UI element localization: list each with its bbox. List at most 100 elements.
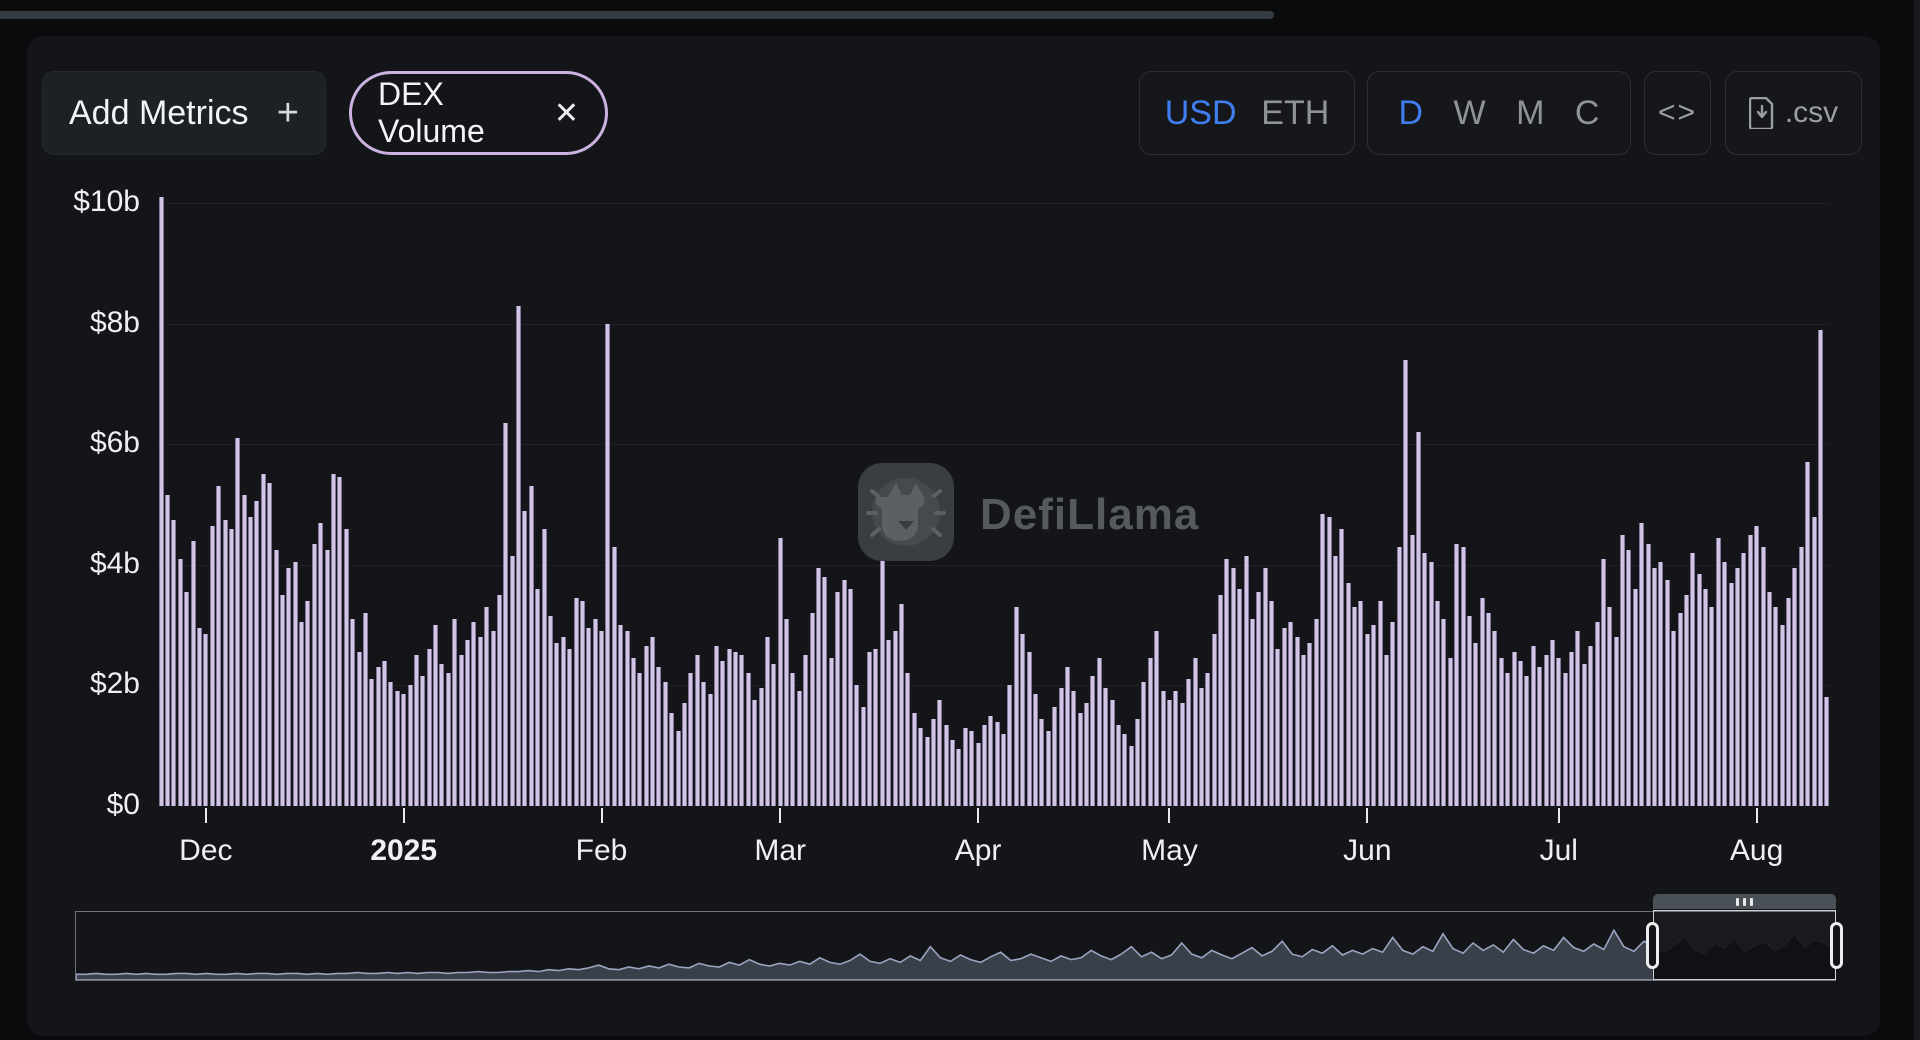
volume-bar[interactable] xyxy=(1824,697,1829,806)
volume-bar[interactable] xyxy=(420,676,425,806)
volume-bar[interactable] xyxy=(203,634,208,806)
currency-eth-button[interactable]: ETH xyxy=(1261,94,1329,133)
brush-left-handle[interactable] xyxy=(1646,922,1659,969)
volume-bar[interactable] xyxy=(810,613,815,806)
volume-bar[interactable] xyxy=(969,731,974,806)
volume-bar[interactable] xyxy=(1556,658,1561,806)
volume-bar[interactable] xyxy=(1122,734,1127,806)
volume-bar[interactable] xyxy=(1486,613,1491,806)
volume-bar[interactable] xyxy=(1256,592,1261,806)
volume-bar[interactable] xyxy=(644,646,649,806)
volume-bar[interactable] xyxy=(529,486,534,806)
brush-right-handle[interactable] xyxy=(1830,922,1843,969)
volume-bar[interactable] xyxy=(465,640,470,806)
volume-bar[interactable] xyxy=(1020,634,1025,806)
volume-bar[interactable] xyxy=(733,652,738,806)
volume-bar[interactable] xyxy=(503,423,508,806)
volume-bar[interactable] xyxy=(484,607,489,806)
volume-bar[interactable] xyxy=(771,664,776,806)
interval-daily-button[interactable]: D xyxy=(1398,94,1423,133)
volume-bar[interactable] xyxy=(293,562,298,806)
volume-bar[interactable] xyxy=(1301,655,1306,806)
interval-weekly-button[interactable]: W xyxy=(1454,94,1486,133)
volume-bar[interactable] xyxy=(873,649,878,806)
volume-bar[interactable] xyxy=(1671,631,1676,806)
volume-bar[interactable] xyxy=(1703,589,1708,806)
volume-bar[interactable] xyxy=(612,547,617,806)
brush-move-handle[interactable] xyxy=(1653,894,1836,909)
volume-bar[interactable] xyxy=(912,713,917,806)
volume-bar[interactable] xyxy=(1327,517,1332,806)
volume-bar[interactable] xyxy=(439,664,444,806)
volume-bar[interactable] xyxy=(867,652,872,806)
volume-bar[interactable] xyxy=(191,541,196,806)
volume-bar[interactable] xyxy=(963,728,968,806)
volume-bar[interactable] xyxy=(1748,535,1753,806)
volume-bar[interactable] xyxy=(1390,622,1395,806)
volume-bar[interactable] xyxy=(752,700,757,806)
embed-code-button[interactable]: <> xyxy=(1644,71,1711,155)
volume-bar[interactable] xyxy=(1518,661,1523,806)
volume-bar[interactable] xyxy=(1505,673,1510,806)
volume-bar[interactable] xyxy=(995,722,1000,806)
volume-bar[interactable] xyxy=(1378,601,1383,806)
volume-bar[interactable] xyxy=(427,649,432,806)
volume-bar[interactable] xyxy=(1007,685,1012,806)
volume-bar[interactable] xyxy=(1205,673,1210,806)
volume-bar[interactable] xyxy=(1014,607,1019,806)
volume-bar[interactable] xyxy=(497,595,502,806)
volume-bar[interactable] xyxy=(1658,562,1663,806)
volume-bar[interactable] xyxy=(708,694,713,806)
volume-bar[interactable] xyxy=(695,655,700,806)
volume-bar[interactable] xyxy=(197,628,202,806)
volume-bar[interactable] xyxy=(1537,667,1542,806)
volume-bar[interactable] xyxy=(331,474,336,806)
volume-bar[interactable] xyxy=(1333,556,1338,806)
volume-bar[interactable] xyxy=(1180,703,1185,806)
interval-monthly-button[interactable]: M xyxy=(1516,94,1544,133)
volume-bar[interactable] xyxy=(1371,625,1376,806)
volume-bar[interactable] xyxy=(950,740,955,806)
volume-bar[interactable] xyxy=(1646,544,1651,806)
volume-bar[interactable] xyxy=(1441,619,1446,806)
volume-bar[interactable] xyxy=(618,625,623,806)
volume-bar[interactable] xyxy=(1084,703,1089,806)
volume-bar[interactable] xyxy=(1295,637,1300,806)
volume-bar[interactable] xyxy=(1575,631,1580,806)
volume-bar[interactable] xyxy=(1193,658,1198,806)
volume-bar[interactable] xyxy=(1244,556,1249,806)
range-navigator[interactable] xyxy=(75,911,1836,981)
volume-bar[interactable] xyxy=(1346,583,1351,806)
volume-bar[interactable] xyxy=(1544,655,1549,806)
volume-bar[interactable] xyxy=(459,655,464,806)
volume-bar[interactable] xyxy=(593,619,598,806)
volume-bar[interactable] xyxy=(369,679,374,806)
volume-bar[interactable] xyxy=(1352,607,1357,806)
volume-bar[interactable] xyxy=(1129,746,1134,806)
volume-bar[interactable] xyxy=(1071,691,1076,806)
volume-bar[interactable] xyxy=(305,601,310,806)
volume-bar[interactable] xyxy=(688,673,693,806)
volume-bar[interactable] xyxy=(650,637,655,806)
volume-bar[interactable] xyxy=(1224,559,1229,806)
volume-bar[interactable] xyxy=(1524,676,1529,806)
volume-bar[interactable] xyxy=(357,652,362,806)
volume-bar[interactable] xyxy=(727,649,732,806)
volume-bar[interactable] xyxy=(701,682,706,806)
volume-bar[interactable] xyxy=(765,637,770,806)
volume-bar[interactable] xyxy=(1588,646,1593,806)
volume-bar[interactable] xyxy=(408,685,413,806)
volume-bar[interactable] xyxy=(1397,547,1402,806)
volume-bar[interactable] xyxy=(1135,719,1140,806)
volume-bar[interactable] xyxy=(1512,652,1517,806)
volume-bar[interactable] xyxy=(548,616,553,806)
volume-bar[interactable] xyxy=(1499,658,1504,806)
volume-bar[interactable] xyxy=(235,438,240,806)
volume-bar[interactable] xyxy=(937,700,942,806)
volume-bar[interactable] xyxy=(854,685,859,806)
volume-bar[interactable] xyxy=(1773,607,1778,806)
volume-bar[interactable] xyxy=(829,658,834,806)
volume-bar[interactable] xyxy=(1601,559,1606,806)
volume-bar[interactable] xyxy=(1754,526,1759,806)
volume-bar[interactable] xyxy=(280,595,285,806)
